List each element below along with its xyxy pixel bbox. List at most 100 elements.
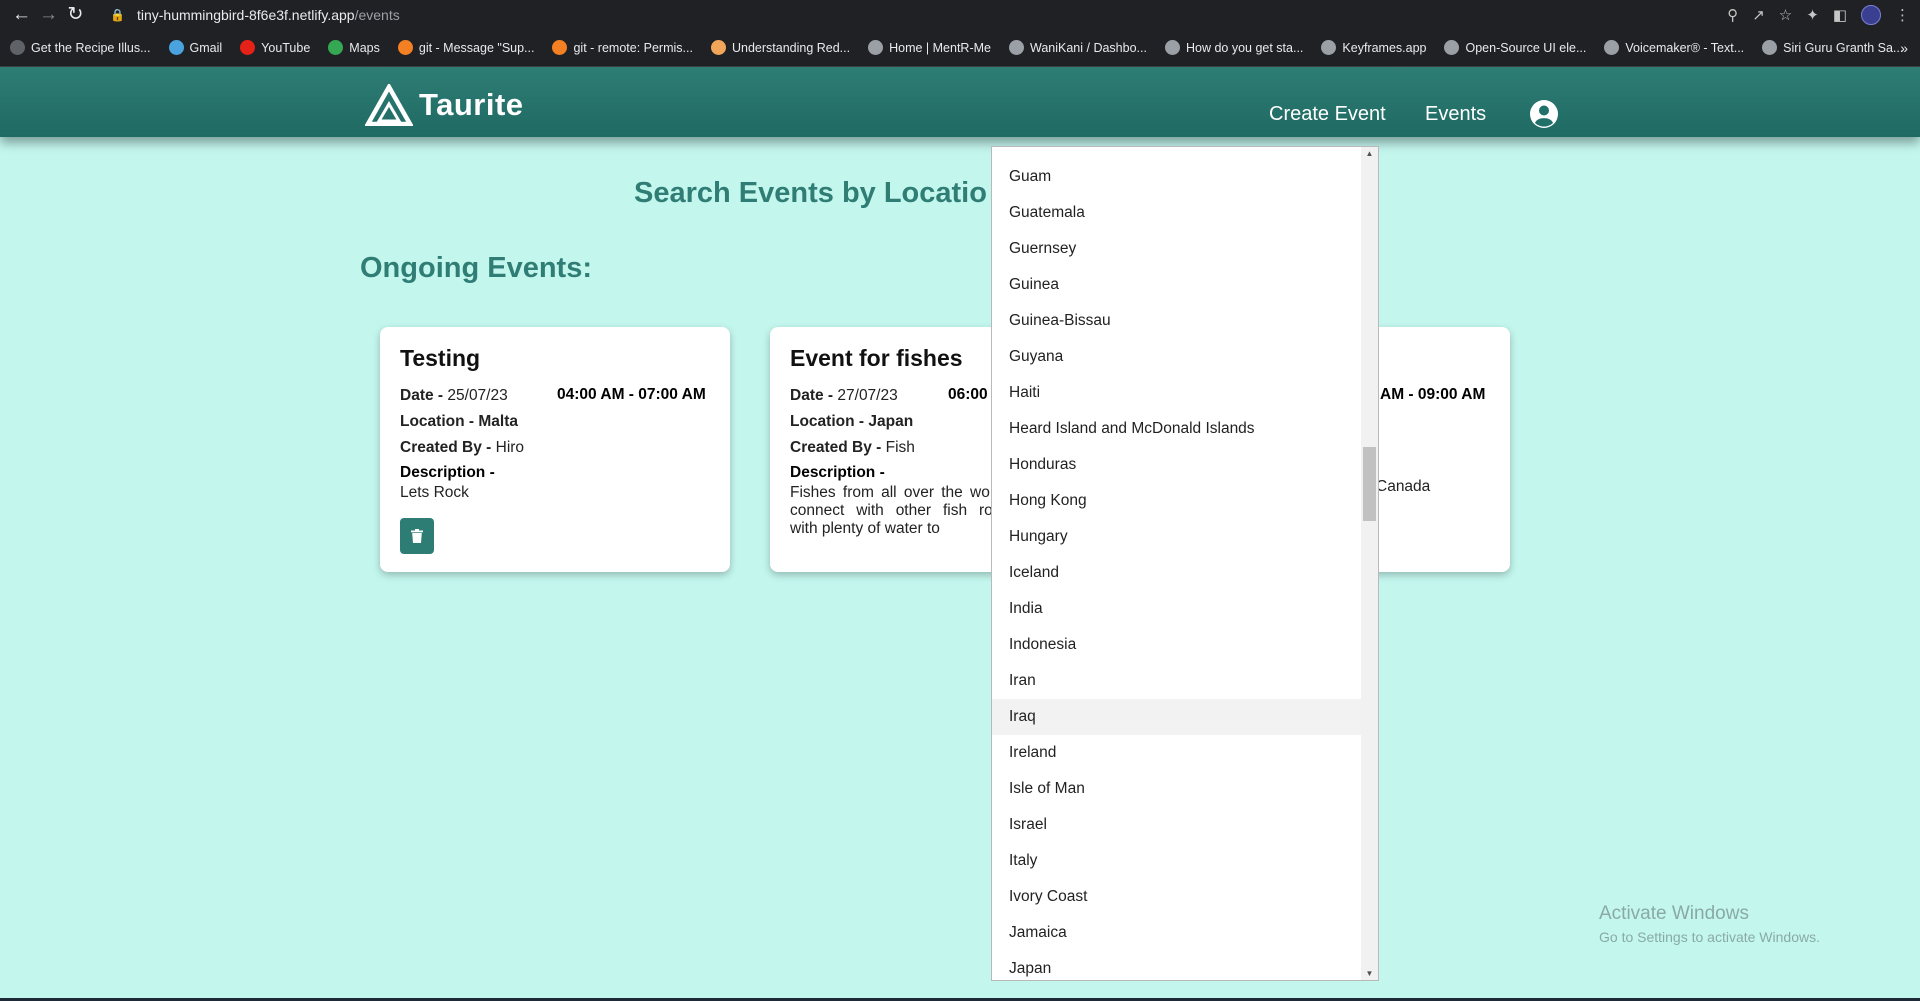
url-path: /events	[354, 6, 400, 23]
bookmark-item[interactable]: YouTube	[240, 40, 310, 55]
youtube-icon	[240, 40, 256, 55]
event-date: 25/07/23	[447, 387, 508, 404]
bookmark-item[interactable]: Siri Guru Granth Sa...	[1762, 40, 1903, 55]
back-arrow-icon[interactable]: ←	[8, 1, 35, 28]
event-description: Lets Rock	[400, 484, 469, 501]
location-option[interactable]: Guinea-Bissau	[992, 303, 1362, 339]
create-event-link[interactable]: Create Event	[1269, 103, 1386, 126]
location-option[interactable]: Honduras	[992, 447, 1362, 483]
bookmark-item[interactable]: Gmail	[168, 40, 223, 55]
location-select-dropdown[interactable]: Guam Guatemala Guernsey Guinea Guinea-Bissau…	[991, 146, 1379, 981]
location-option[interactable]: Iceland	[992, 555, 1362, 591]
globe-icon	[868, 40, 884, 55]
bookmark-label: Maps	[349, 40, 380, 55]
bookmark-item[interactable]: Home | MentR-Me	[868, 40, 991, 55]
star-icon[interactable]: ☆	[1779, 6, 1792, 24]
event-card: Testing 04:00 AM - 07:00 AM Date - 25/07…	[380, 327, 730, 572]
side-panel-icon[interactable]: ◧	[1833, 6, 1847, 24]
location-option[interactable]: Haiti	[992, 375, 1362, 411]
reload-icon[interactable]: ↻	[62, 1, 89, 28]
location-option[interactable]: Guinea	[992, 267, 1362, 303]
dropdown-scrollbar[interactable]: ▲ ▼	[1361, 147, 1378, 980]
location-label: Location -	[790, 413, 865, 430]
location-option[interactable]: Indonesia	[992, 627, 1362, 663]
event-creator: Fish	[885, 439, 915, 456]
event-time: AM - 09:00 AM	[1380, 386, 1486, 403]
location-option[interactable]: Japan	[992, 951, 1362, 980]
bookmark-label: Gmail	[189, 40, 223, 55]
location-option[interactable]: Hungary	[992, 519, 1362, 555]
bookmark-item[interactable]: Open-Source UI ele...	[1444, 40, 1586, 55]
location-option[interactable]: Ireland	[992, 735, 1362, 771]
maps-icon	[328, 40, 344, 55]
activate-windows-watermark: Activate Windows Go to Settings to activ…	[1599, 903, 1820, 945]
menu-dots-icon[interactable]: ⋮	[1895, 6, 1910, 24]
location-option[interactable]: Jamaica	[992, 915, 1362, 951]
location-option[interactable]: Iran	[992, 663, 1362, 699]
forward-arrow-icon[interactable]: →	[35, 1, 62, 28]
brand-logo[interactable]: Taurite	[365, 84, 524, 126]
description-label: Description -	[400, 464, 495, 481]
location-option[interactable]: Heard Island and McDonald Islands	[992, 411, 1362, 447]
address-bar[interactable]: 🔒 tiny-hummingbird-8f6e3f.netlify.app/ev…	[110, 2, 400, 27]
triangle-logo-icon	[365, 84, 413, 126]
event-date: 27/07/23	[837, 387, 898, 404]
location-option[interactable]: Guatemala	[992, 195, 1362, 231]
event-description: Canada	[1376, 478, 1431, 495]
scroll-down-icon[interactable]: ▼	[1364, 969, 1375, 978]
bookmark-item[interactable]: How do you get sta...	[1164, 40, 1304, 55]
bookmark-label: Voicemaker® - Text...	[1625, 40, 1745, 55]
bookmark-item[interactable]: Voicemaker® - Text...	[1604, 40, 1744, 55]
extensions-icon[interactable]: ✦	[1806, 6, 1819, 24]
bookmark-label: Siri Guru Granth Sa...	[1783, 40, 1904, 55]
watermark-subtitle: Go to Settings to activate Windows.	[1599, 929, 1820, 945]
delete-event-button[interactable]	[400, 518, 434, 554]
event-location: Malta	[478, 413, 518, 430]
created-by-label: Created By -	[400, 439, 492, 456]
event-time: 04:00 AM - 07:00 AM	[557, 386, 706, 403]
location-option[interactable]: Hong Kong	[992, 483, 1362, 519]
watermark-title: Activate Windows	[1599, 903, 1749, 924]
bookmark-item[interactable]: Get the Recipe Illus...	[10, 40, 151, 55]
globe-icon	[1009, 40, 1024, 55]
date-label: Date -	[790, 387, 834, 404]
location-option[interactable]: Ivory Coast	[992, 879, 1362, 915]
location-option[interactable]: Isle of Man	[992, 771, 1362, 807]
bookmark-label: WaniKani / Dashbo...	[1030, 40, 1147, 55]
bookmark-item[interactable]: Maps	[328, 40, 380, 55]
location-option[interactable]: Guam	[992, 159, 1362, 195]
bookmark-label: Home | MentR-Me	[889, 40, 991, 55]
bookmark-item[interactable]: WaniKani / Dashbo...	[1009, 40, 1147, 55]
key-icon[interactable]: ⚲	[1727, 6, 1738, 24]
bookmark-item[interactable]: git - Message "Sup...	[397, 40, 534, 55]
bookmark-item[interactable]: git - remote: Permis...	[552, 40, 693, 55]
trash-icon	[411, 529, 423, 543]
bookmarks-overflow-icon[interactable]: »	[1900, 29, 1908, 67]
events-link[interactable]: Events	[1425, 103, 1486, 126]
scroll-up-icon[interactable]: ▲	[1364, 149, 1375, 158]
bookmark-label: Open-Source UI ele...	[1465, 40, 1587, 55]
user-account-icon[interactable]	[1529, 99, 1559, 129]
created-by-label: Created By -	[790, 439, 882, 456]
search-title: Search Events by Locatio	[634, 177, 987, 209]
event-time: 06:00	[948, 386, 988, 403]
location-option[interactable]: Israel	[992, 807, 1362, 843]
profile-avatar-icon[interactable]	[1861, 4, 1881, 25]
bookmark-item[interactable]: Keyframes.app	[1321, 40, 1426, 55]
bookmark-label: How do you get sta...	[1185, 40, 1304, 55]
location-option[interactable]: Iraq	[992, 699, 1362, 735]
location-option[interactable]: Italy	[992, 843, 1362, 879]
stack-icon	[397, 40, 413, 55]
location-option[interactable]: India	[992, 591, 1362, 627]
scrollbar-thumb[interactable]	[1363, 447, 1376, 521]
event-description: Fishes from all over the wo to connect w…	[790, 484, 1010, 537]
location-option[interactable]: Guyana	[992, 339, 1362, 375]
bookmark-label: Get the Recipe Illus...	[31, 40, 151, 55]
gmail-icon	[168, 40, 184, 55]
bookmark-item[interactable]: Understanding Red...	[710, 40, 850, 55]
share-icon[interactable]: ↗	[1752, 6, 1765, 24]
bookmarks-bar: Get the Recipe Illus... Gmail YouTube Maps g…	[0, 29, 1920, 67]
url-host: tiny-hummingbird-8f6e3f.netlify.app	[136, 6, 355, 23]
bookmark-label: Keyframes.app	[1342, 40, 1427, 55]
location-option[interactable]: Guernsey	[992, 231, 1362, 267]
